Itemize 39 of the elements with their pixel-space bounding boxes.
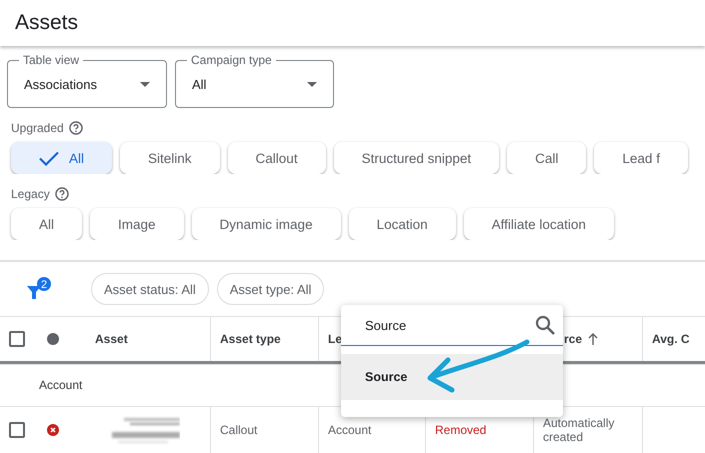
checkbox[interactable] [9,422,25,438]
filter-chip[interactable]: Structured snippet [334,142,500,174]
caret-icon [307,82,317,86]
column-header[interactable]: Avg. C [652,332,690,346]
filter-chip[interactable]: Location [348,208,456,240]
filter-chip[interactable]: Dynamic image [192,208,341,240]
filter-chip[interactable]: Callout [228,142,326,174]
dropdown[interactable]: Table view Associations [7,53,167,108]
filter-chip[interactable]: All [11,142,112,174]
column-header[interactable]: Asset [95,332,128,346]
table-cell: Account [328,422,372,438]
filter-chip[interactable]: Asset status: All [91,273,209,305]
filter-chip[interactable]: Call [507,142,586,174]
column-header[interactable]: Le [328,332,342,346]
group-label: Legacy [11,187,50,201]
dropdown[interactable]: Campaign type All [175,53,334,108]
table-cell: Callout [220,422,258,438]
filter-chip[interactable]: All [11,208,82,240]
check-icon [39,150,59,166]
filter-chip[interactable]: Affiliate location [464,208,614,240]
checkbox[interactable] [9,331,25,347]
page-title: Assets [15,11,78,35]
search-field[interactable]: Source [365,318,505,332]
menu-option[interactable]: Source [341,354,563,400]
filter-chip[interactable]: Sitelink [120,142,220,174]
filter-chip[interactable]: Lead f [594,142,688,174]
table-cell-text: Automatically created [543,416,616,444]
column-header[interactable]: rce [564,332,582,346]
search-icon [535,315,555,335]
caret-icon [140,82,150,86]
help-icon [68,121,83,135]
column-header[interactable]: Asset type [220,332,281,346]
status-dot-icon [47,333,59,345]
filter-chip[interactable]: Asset type: All [216,273,324,305]
help-icon [54,187,69,201]
table-cell: Removed [435,422,486,438]
group-label: Upgraded [11,121,64,135]
filter-chip[interactable]: Image [90,208,184,240]
group-label: Account [39,378,82,393]
